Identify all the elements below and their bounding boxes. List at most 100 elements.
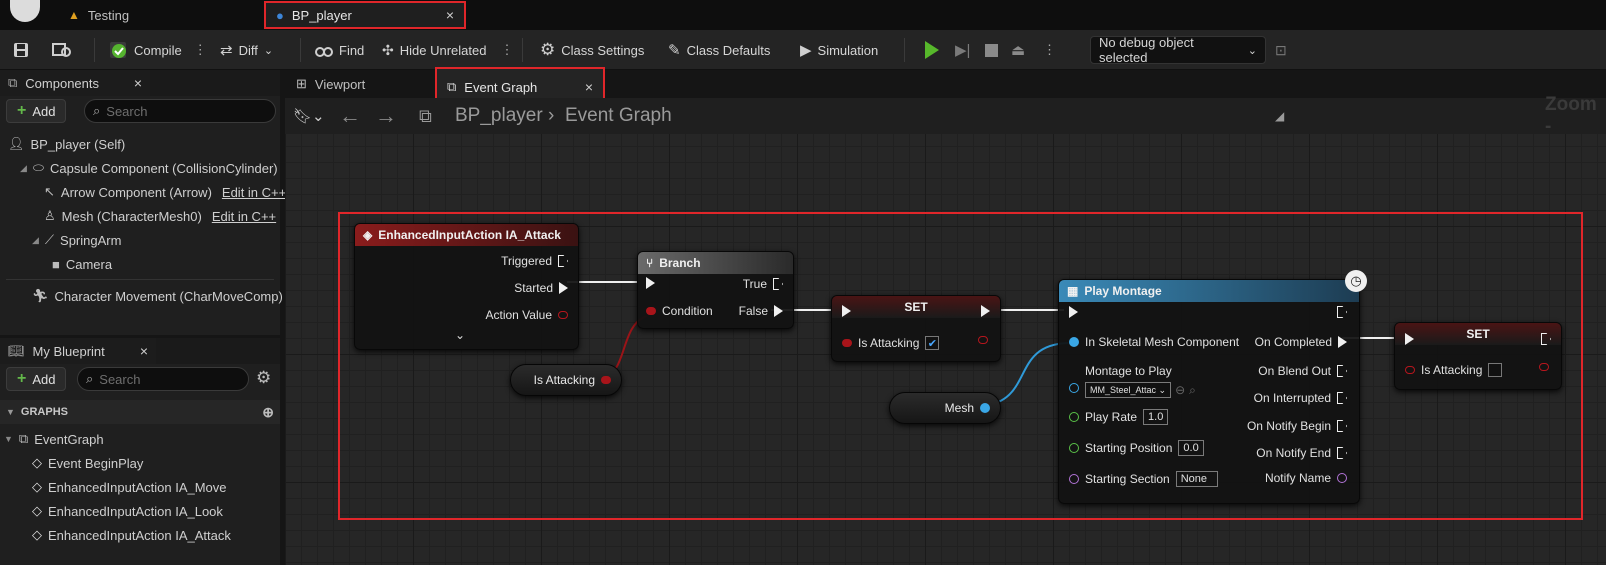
node-title: Branch	[659, 256, 701, 270]
bool-pin-icon	[978, 336, 988, 344]
pin-montage-to-play[interactable]: Montage to Play MM_Steel_Attac ⌄ ⊖ ⌕	[1069, 364, 1196, 398]
pin-label: Starting Section	[1085, 472, 1170, 486]
exec-pin-icon	[1337, 306, 1347, 318]
exec-pin-icon	[1405, 333, 1414, 345]
branch-node[interactable]: ⑂ Branch True Condition False	[637, 251, 794, 329]
pin-on-completed[interactable]: On Completed	[1255, 335, 1347, 349]
pin-exec-in[interactable]	[1069, 306, 1078, 318]
pin-on-blend-out[interactable]: On Blend Out	[1258, 364, 1347, 378]
pin-triggered[interactable]: Triggered	[501, 254, 568, 268]
event-diamond-icon: ◈	[363, 228, 373, 242]
bool-pin-icon	[1405, 366, 1415, 374]
exec-pin-icon	[842, 305, 851, 317]
is-attacking-getter[interactable]: Is Attacking	[510, 364, 622, 396]
montage-value: MM_Steel_Attac	[1090, 385, 1157, 395]
montage-asset-dropdown[interactable]: MM_Steel_Attac ⌄	[1085, 382, 1172, 398]
pin-on-interrupted[interactable]: On Interrupted	[1254, 391, 1347, 405]
pin-is-attacking[interactable]: Is Attacking	[1405, 363, 1503, 377]
pin-label: On Notify Begin	[1246, 419, 1331, 433]
expand-chevron-icon[interactable]: ⌄	[455, 328, 465, 342]
pin-on-notify-begin[interactable]: On Notify Begin	[1247, 419, 1347, 433]
pin-play-rate[interactable]: Play Rate 1.0	[1069, 409, 1169, 425]
exec-pin-icon	[559, 282, 568, 294]
name-pin-icon	[1337, 473, 1347, 483]
exec-pin-icon	[1338, 336, 1347, 348]
pin-label: Condition	[662, 304, 713, 318]
pin-value-out[interactable]	[978, 336, 988, 344]
bool-pin-icon	[601, 376, 611, 384]
variable-label: Is Attacking	[533, 373, 595, 387]
pin-label: Started	[514, 281, 553, 295]
starting-section-input[interactable]: None	[1175, 471, 1218, 487]
node-title: SET	[904, 300, 928, 314]
set-is-attacking-node[interactable]: SET Is Attacking ✔	[831, 295, 1001, 362]
pin-label: Montage to Play	[1085, 364, 1172, 378]
exec-pin-icon	[1337, 392, 1347, 404]
object-pin-icon	[980, 403, 990, 413]
pin-value-out[interactable]	[1539, 363, 1549, 371]
float-pin-icon	[1069, 443, 1079, 453]
pin-action-value[interactable]: Action Value	[485, 308, 568, 322]
pin-true[interactable]: True	[743, 277, 783, 291]
starting-position-input[interactable]: 0.0	[1178, 440, 1204, 456]
pin-exec-in[interactable]	[646, 277, 655, 289]
exec-pin-icon	[1069, 306, 1078, 318]
pin-condition[interactable]: Condition	[646, 304, 713, 318]
play-montage-node[interactable]: ▦ Play Montage ◷ In Skeletal Mesh Compon…	[1058, 270, 1367, 504]
pin-label: Notify Name	[1264, 471, 1331, 485]
pin-exec-in[interactable]	[842, 305, 851, 317]
pin-label: On Notify End	[1256, 446, 1331, 460]
pin-started[interactable]: Started	[514, 281, 568, 295]
pin-in-skeletal[interactable]: In Skeletal Mesh Component	[1069, 335, 1239, 349]
exec-pin-icon	[1337, 365, 1347, 377]
montage-field: Montage to Play MM_Steel_Attac ⌄ ⊖ ⌕	[1085, 364, 1196, 398]
bool-pin-icon	[1539, 363, 1549, 371]
node-header: SET	[832, 296, 1000, 318]
use-selected-icon[interactable]: ⊖	[1175, 383, 1185, 397]
pin-is-attacking[interactable]: Is Attacking ✔	[842, 336, 940, 350]
float-pin-icon	[1069, 412, 1079, 422]
pin-notify-name[interactable]: Notify Name	[1265, 471, 1347, 485]
pin-label: True	[742, 277, 767, 291]
exec-pin-icon	[774, 305, 783, 317]
play-rate-input[interactable]: 1.0	[1143, 409, 1169, 425]
pin-exec-out[interactable]	[1337, 306, 1347, 318]
node-header: ◈ EnhancedInputAction IA_Attack	[355, 224, 578, 246]
node-header: SET	[1395, 323, 1561, 345]
set-is-attacking-node-2[interactable]: SET Is Attacking	[1394, 322, 1562, 390]
node-title: Play Montage	[1084, 284, 1162, 298]
pin-label: Starting Position	[1085, 441, 1173, 455]
checkbox-checked[interactable]: ✔	[925, 336, 940, 350]
bool-pin-icon	[646, 307, 656, 315]
montage-picker[interactable]: MM_Steel_Attac ⌄ ⊖ ⌕	[1085, 382, 1196, 398]
pin-label: On Completed	[1254, 335, 1332, 349]
pin-exec-in[interactable]	[1405, 333, 1414, 345]
node-header: ⑂ Branch	[638, 252, 793, 274]
branch-icon: ⑂	[646, 256, 654, 270]
pin-false[interactable]: False	[739, 304, 783, 318]
mesh-getter[interactable]: Mesh	[889, 392, 1001, 424]
pin-exec-out[interactable]	[981, 305, 990, 317]
node-title: SET	[1466, 327, 1490, 341]
pin-exec-out[interactable]	[1541, 333, 1551, 345]
pin-label: On Blend Out	[1258, 364, 1331, 378]
input-action-node[interactable]: ◈ EnhancedInputAction IA_Attack Triggere…	[354, 223, 579, 350]
function-icon: ▦	[1067, 284, 1079, 298]
pin-label: Triggered	[501, 254, 552, 268]
exec-pin-icon	[1541, 333, 1551, 345]
pin-label: Play Rate	[1085, 410, 1138, 424]
exec-pin-icon	[646, 277, 655, 289]
browse-icon[interactable]: ⌕	[1189, 383, 1196, 398]
object-pin-icon	[1069, 337, 1079, 347]
bool-pin-icon	[842, 339, 852, 347]
pin-on-notify-end[interactable]: On Notify End	[1256, 446, 1347, 460]
pin-label: Action Value	[485, 308, 553, 322]
checkbox-unchecked[interactable]	[1488, 363, 1503, 377]
exec-pin-icon	[773, 278, 783, 290]
pin-starting-position[interactable]: Starting Position 0.0	[1069, 440, 1204, 456]
name-pin-icon	[1069, 474, 1079, 484]
pin-starting-section[interactable]: Starting Section None	[1069, 471, 1218, 487]
exec-pin-icon	[1337, 447, 1347, 459]
object-pin-icon	[1069, 383, 1079, 393]
exec-pin-icon	[981, 305, 990, 317]
